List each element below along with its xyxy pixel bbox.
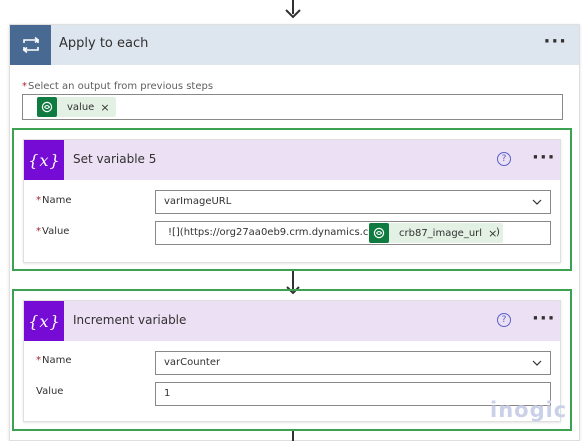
value-label: Value <box>36 386 64 397</box>
value-suffix: ) <box>496 227 500 238</box>
set-variable-card: {x} Set variable 5 ? ··· *Name varImageU… <box>23 139 561 263</box>
variable-icon: {x} <box>24 140 64 180</box>
help-icon[interactable]: ? <box>497 152 511 166</box>
select-output-input[interactable]: value × <box>22 94 563 120</box>
bottom-connector <box>292 431 294 441</box>
arrow-down-icon <box>285 9 301 19</box>
name-dropdown[interactable]: varCounter <box>155 351 551 375</box>
value-input[interactable]: ![](https://org27aa0eb9.crm.dynamics.com… <box>155 221 551 245</box>
image-url-token[interactable]: crb87_image_url × <box>369 223 504 243</box>
increment-variable-title: Increment variable <box>73 313 187 327</box>
apply-to-each-header[interactable]: Apply to each ··· <box>10 25 579 65</box>
apply-to-each-more-button[interactable]: ··· <box>543 33 567 51</box>
apply-to-each-title: Apply to each <box>59 36 149 51</box>
value-token[interactable]: value × <box>37 97 116 117</box>
variable-icon: {x} <box>24 301 64 341</box>
chevron-down-icon <box>532 360 542 366</box>
increment-variable-highlight: {x} Increment variable ? ··· *Name varCo… <box>12 289 572 431</box>
increment-variable-card: {x} Increment variable ? ··· *Name varCo… <box>23 300 561 422</box>
dataverse-icon <box>37 97 57 117</box>
name-label: *Name <box>36 355 72 366</box>
set-variable-highlight: {x} Set variable 5 ? ··· *Name varImageU… <box>12 128 572 271</box>
set-variable-header[interactable]: {x} Set variable 5 ? ··· <box>24 140 560 180</box>
increment-variable-more-button[interactable]: ··· <box>532 310 556 328</box>
help-icon[interactable]: ? <box>497 313 511 327</box>
set-variable-more-button[interactable]: ··· <box>532 149 556 167</box>
dataverse-icon <box>369 223 389 243</box>
increment-variable-header[interactable]: {x} Increment variable ? ··· <box>24 301 560 341</box>
inogic-watermark-logo: inogic <box>490 398 568 422</box>
name-dropdown[interactable]: varImageURL <box>155 190 551 214</box>
set-variable-title: Set variable 5 <box>73 152 157 166</box>
loop-icon <box>10 25 51 65</box>
chevron-down-icon <box>532 199 542 205</box>
select-output-label: *Select an output from previous steps <box>22 81 214 92</box>
remove-token-button[interactable]: × <box>100 101 115 114</box>
value-label: *Value <box>36 226 70 237</box>
name-label: *Name <box>36 195 72 206</box>
